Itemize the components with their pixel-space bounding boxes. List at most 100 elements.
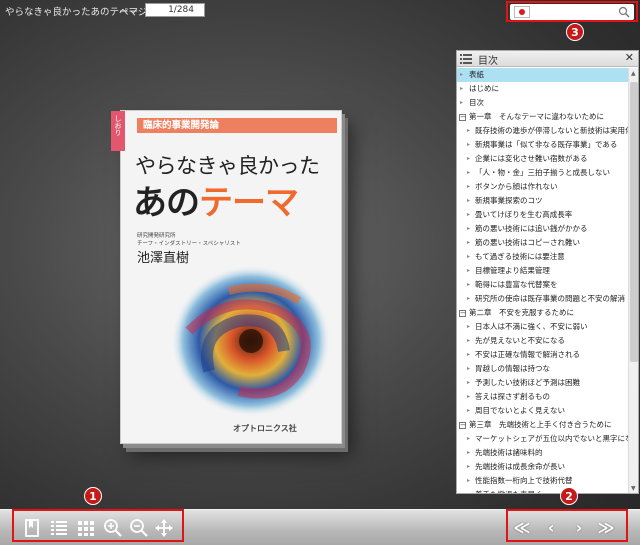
- toc-item-label: 周目でないとよく見えない: [475, 406, 565, 415]
- bullet-icon: ▸: [467, 337, 471, 344]
- toc-chapter-item[interactable]: − 第二章 不安を克服するために: [457, 306, 629, 320]
- toc-item[interactable]: ▸ 新規事業は「似て非なる既存事業」である: [457, 138, 629, 152]
- bullet-icon: ▸: [467, 169, 471, 176]
- bullet-icon: ▸: [467, 225, 471, 232]
- toc-item[interactable]: ▸ 範得には豊富な代替案を: [457, 278, 629, 292]
- toc-item-label: 目次: [469, 98, 484, 107]
- bullet-icon: ▸: [467, 281, 471, 288]
- page-number-field[interactable]: 1/284: [145, 3, 205, 17]
- bullet-icon: ▸: [467, 379, 471, 386]
- toc-scroll-thumb[interactable]: [630, 82, 638, 362]
- toc-item[interactable]: ▸ 既存技術の進歩が停滞しないと新技術は実用化しない: [457, 124, 629, 138]
- toc-item-label: 目標管理より結果管理: [475, 266, 550, 275]
- bullet-icon: ▸: [467, 488, 470, 493]
- toc-item[interactable]: ▸ 筋の悪い技術には追い銭がかかる: [457, 222, 629, 236]
- author-role: チーフ・インダストリー・スペシャリスト: [137, 241, 241, 247]
- book-series-band: 臨床的事業開発論: [137, 118, 337, 133]
- toc-item-label: 既存技術の進歩が停滞しないと新技術は実用化しない: [475, 126, 629, 135]
- toc-scrollbar[interactable]: ▲ ▼: [628, 68, 638, 493]
- toc-item-label: 範得には豊富な代替案を: [475, 280, 558, 289]
- toc-title: 目次: [478, 56, 498, 67]
- bullet-icon: ▸: [460, 99, 464, 106]
- toc-chapter-item[interactable]: − 第三章 先端技術と上手く付き合うために: [457, 418, 629, 432]
- bullet-icon: ▸: [467, 253, 471, 260]
- list-icon: [460, 54, 472, 64]
- toc-item[interactable]: ▸ 予測したい技術ほど予測は困難: [457, 376, 629, 390]
- bullet-icon: ▸: [460, 85, 464, 92]
- toc-item-label: 先端技術は成長余命が長い: [475, 462, 565, 471]
- bullet-icon: ▸: [467, 239, 471, 246]
- toc-item-label: 第二章 不安を克服するために: [469, 308, 574, 317]
- toc-item[interactable]: ▸ 目次: [457, 96, 629, 110]
- toc-item[interactable]: ▸ 先端技術は諸味料的: [457, 446, 629, 460]
- toc-item[interactable]: ▸ もて過ぎる技術には要注意: [457, 250, 629, 264]
- bullet-icon: ▸: [467, 183, 471, 190]
- callout-frame-2: [506, 509, 628, 542]
- toc-item[interactable]: ▸ 日本人は不満に強く、不安に弱い: [457, 320, 629, 334]
- toc-item-label: 企業には変化させ難い宿数がある: [475, 154, 588, 163]
- toc-item-label: 着手も撤退も素早く: [475, 490, 543, 493]
- toc-item[interactable]: ▸ 「人・物・金」三拍子揃うと成長しない: [457, 166, 629, 180]
- toc-item-label: 不安は正確な情報で解消される: [475, 350, 580, 359]
- book-cover[interactable]: しおり 臨床的事業開発論 やらなきゃ良かった あのテーマ 研究開発研究所 チーフ…: [111, 110, 342, 444]
- toc-item[interactable]: ▸ 筋の悪い技術はコピーされ難い: [457, 236, 629, 250]
- toc-item-label: 筋の悪い技術はコピーされ難い: [475, 238, 580, 247]
- bullet-icon: ▸: [467, 197, 471, 204]
- collapse-icon[interactable]: −: [459, 422, 466, 429]
- toc-item[interactable]: ▸ 新規事業探索のコツ: [457, 194, 629, 208]
- toc-list: ▸ 表紙 ▸ はじめに ▸ 目次 − 第一章 そんなテーマに違わないために ▸ 既存技術の進歩が停…: [457, 68, 629, 493]
- toc-chapter-item[interactable]: − 第一章 そんなテーマに違わないために: [457, 110, 629, 124]
- toc-item[interactable]: ▸ 先が見えないと不安になる: [457, 334, 629, 348]
- toc-item[interactable]: ▸ はじめに: [457, 82, 629, 96]
- swirl-artwork: [171, 265, 331, 417]
- bullet-icon: ▸: [460, 71, 464, 78]
- toc-header: 目次 ✕: [457, 51, 638, 67]
- toc-item-label: 新規事業探索のコツ: [475, 196, 543, 205]
- toc-item-label: 第一章 そんなテーマに違わないために: [469, 112, 604, 121]
- toc-item[interactable]: ▸ ボタンから顔は作れない: [457, 180, 629, 194]
- toc-item-label: 畳いてけぼりを生む高成長率: [475, 210, 573, 219]
- toc-item-label: マーケットシェアが五位以内でないと黒字にならない: [475, 434, 629, 443]
- toc-item-label: 先端技術は諸味料的: [475, 448, 543, 457]
- bullet-icon: ▸: [467, 407, 471, 414]
- callout-badge-1: 1: [84, 487, 102, 505]
- toc-item-label: もて過ぎる技術には要注意: [475, 252, 565, 261]
- toc-item[interactable]: ▸ 周目でないとよく見えない: [457, 404, 629, 418]
- bookmark-ribbon[interactable]: しおり: [111, 111, 125, 151]
- toc-item-label: 第三章 先端技術と上手く付き合うために: [469, 420, 612, 429]
- toc-item[interactable]: ▸ 企業には変化させ難い宿数がある: [457, 152, 629, 166]
- toc-item[interactable]: ▸ 畳いてけぼりを生む高成長率: [457, 208, 629, 222]
- toc-item-label: 筋の悪い技術には追い銭がかかる: [475, 224, 588, 233]
- toc-item[interactable]: ▸ 表紙: [457, 68, 629, 82]
- toc-item-label: ボタンから顔は作れない: [475, 182, 558, 191]
- toc-item-label: 性能指数一桁向上で技術代替: [475, 476, 573, 485]
- toc-item-label: はじめに: [469, 84, 499, 93]
- callout-frame-3: [506, 1, 638, 22]
- collapse-icon[interactable]: −: [459, 310, 466, 317]
- author-organization: 研究開発研究所: [137, 233, 176, 239]
- toc-item-label: 研究所の使命は既存事業の問題と不安の解消: [475, 294, 625, 303]
- bullet-icon: ▸: [467, 267, 471, 274]
- bullet-icon: ▸: [467, 365, 471, 372]
- toc-item-label: 新規事業は「似て非なる既存事業」である: [475, 140, 618, 149]
- toc-item-label: 表紙: [469, 70, 484, 79]
- collapse-icon[interactable]: −: [459, 114, 466, 121]
- toc-item[interactable]: ▸ 先端技術は成長余命が長い: [457, 460, 629, 474]
- bullet-icon: ▸: [467, 323, 471, 330]
- bullet-icon: ▸: [467, 435, 471, 442]
- toc-panel: 目次 ✕ ▸ 表紙 ▸ はじめに ▸ 目次 − 第一章 そんなテーマに違わないために ▸ 既存技術…: [456, 50, 639, 494]
- toc-item[interactable]: ▸ 胃越しの情報は持つな: [457, 362, 629, 376]
- toc-item[interactable]: ▸ 性能指数一桁向上で技術代替: [457, 474, 629, 488]
- bullet-icon: ▸: [467, 127, 471, 134]
- toc-item-label: 予測したい技術ほど予測は困難: [475, 378, 580, 387]
- toc-item[interactable]: ▸ 目標管理より結果管理: [457, 264, 629, 278]
- toc-item[interactable]: ▸ 不安は正確な情報で解消される: [457, 348, 629, 362]
- toc-item[interactable]: ▸ 着手も撤退も素早く: [457, 488, 629, 493]
- bullet-icon: ▸: [467, 351, 471, 358]
- callout-badge-3: 3: [566, 23, 584, 41]
- toc-item[interactable]: ▸ 研究所の使命は既存事業の問題と不安の解消: [457, 292, 629, 306]
- toc-item[interactable]: ▸ マーケットシェアが五位以内でないと黒字にならない: [457, 432, 629, 446]
- toc-item[interactable]: ▸ 答えは探さず創るもの: [457, 390, 629, 404]
- toc-item-label: 胃越しの情報は持つな: [475, 364, 550, 373]
- close-icon[interactable]: ✕: [625, 51, 634, 64]
